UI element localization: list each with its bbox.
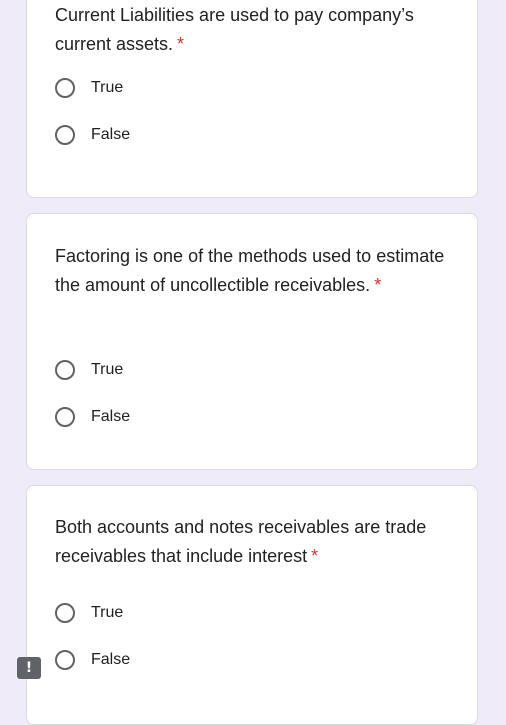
radio-button-icon[interactable]	[55, 603, 75, 623]
required-asterisk: *	[311, 545, 319, 566]
option-false[interactable]: False	[55, 647, 130, 673]
question-text: Both accounts and notes receivables are …	[55, 517, 427, 566]
option-label: True	[91, 604, 124, 621]
radio-button-icon[interactable]	[55, 78, 75, 98]
option-label: False	[91, 651, 131, 668]
option-label: False	[91, 126, 131, 143]
question-card-2: Factoring is one of the methods used to …	[26, 213, 478, 470]
report-feedback-button[interactable]: !	[17, 657, 41, 679]
question-text: Current Liabilities are used to pay comp…	[55, 5, 414, 54]
option-true[interactable]: True	[55, 75, 123, 101]
question-card-1: Current Liabilities are used to pay comp…	[26, 0, 478, 198]
radio-button-icon[interactable]	[55, 125, 75, 145]
required-asterisk: *	[374, 274, 382, 295]
required-asterisk: *	[177, 33, 185, 54]
radio-button-icon[interactable]	[55, 407, 75, 427]
option-false[interactable]: False	[55, 404, 130, 430]
option-true[interactable]: True	[55, 357, 123, 383]
question-text: Factoring is one of the methods used to …	[55, 246, 445, 295]
option-false[interactable]: False	[55, 122, 130, 148]
radio-button-icon[interactable]	[55, 360, 75, 380]
question-card-3: Both accounts and notes receivables are …	[26, 485, 478, 725]
option-label: True	[91, 79, 124, 96]
option-true[interactable]: True	[55, 600, 123, 626]
option-label: True	[91, 361, 124, 378]
exclamation-icon: !	[25, 660, 33, 676]
radio-button-icon[interactable]	[55, 650, 75, 670]
option-label: False	[91, 408, 131, 425]
